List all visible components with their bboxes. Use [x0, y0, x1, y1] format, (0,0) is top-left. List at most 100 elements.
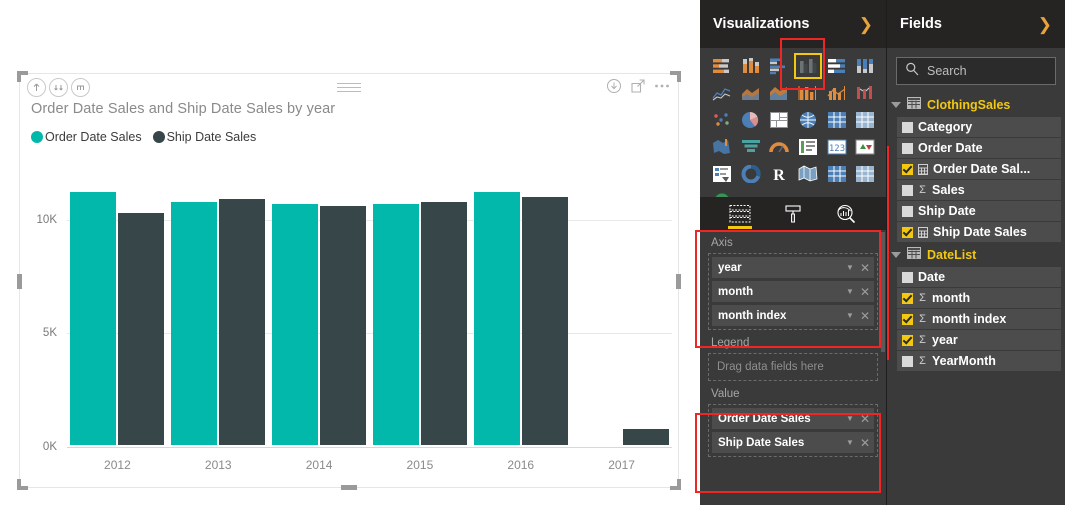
field-item[interactable]: Order Date	[897, 138, 1061, 158]
well-dropzone[interactable]: Drag data fields here	[708, 353, 878, 381]
chevron-down-icon[interactable]: ▼	[846, 414, 854, 423]
chart-bar[interactable]	[118, 212, 165, 445]
field-item[interactable]: Order Date Sal...	[897, 159, 1061, 179]
well-field-chip[interactable]: Ship Date Sales ▼ ✕	[712, 432, 874, 453]
report-canvas[interactable]: Order Date Sales and Ship Date Sales by …	[0, 0, 700, 505]
remove-field-icon[interactable]: ✕	[860, 286, 870, 298]
100-percent-stacked-bar-chart-icon[interactable]	[824, 54, 850, 78]
field-item[interactable]: Σ YearMonth	[897, 351, 1061, 371]
ribbon-chart-icon[interactable]	[852, 81, 878, 105]
well-dropzone[interactable]: Order Date Sales ▼ ✕ Ship Date Sales ▼ ✕	[708, 404, 878, 457]
remove-field-icon[interactable]: ✕	[860, 437, 870, 449]
field-item[interactable]: Date	[897, 267, 1061, 287]
chevron-down-icon[interactable]: ▼	[846, 438, 854, 447]
chart-bar[interactable]	[473, 192, 520, 445]
field-checkbox[interactable]	[902, 121, 913, 133]
chevron-right-icon[interactable]: ❯	[1038, 16, 1052, 33]
stacked-column-chart-icon[interactable]	[738, 54, 764, 78]
chart-bar[interactable]	[70, 192, 117, 445]
gauge-icon[interactable]	[766, 135, 792, 159]
field-checkbox[interactable]	[902, 271, 913, 283]
fields-table-header[interactable]: DateList	[887, 243, 1065, 266]
line-and-clustered-column-chart-icon[interactable]	[824, 81, 850, 105]
r-script-visual-icon[interactable]: R	[766, 162, 792, 186]
field-checkbox[interactable]	[902, 313, 913, 325]
card-icon[interactable]: 123	[824, 135, 850, 159]
matrix-alt-icon[interactable]	[852, 162, 878, 186]
funnel-icon[interactable]	[738, 135, 764, 159]
filled-map-icon[interactable]	[709, 135, 735, 159]
chevron-down-icon[interactable]: ▼	[846, 263, 854, 272]
clustered-column-chart-icon[interactable]	[793, 53, 822, 79]
visual-drag-handle[interactable]	[337, 83, 361, 95]
chart-bar[interactable]	[372, 203, 419, 445]
field-item[interactable]: Ship Date	[897, 201, 1061, 221]
slicer-icon[interactable]	[709, 162, 735, 186]
field-checkbox[interactable]	[902, 226, 913, 238]
fields-tab-icon[interactable]	[725, 199, 755, 229]
well-dropzone[interactable]: year ▼ ✕ month ▼ ✕ month index ▼ ✕	[708, 253, 878, 330]
remove-field-icon[interactable]: ✕	[860, 413, 870, 425]
clustered-column-chart-visual[interactable]: Order Date Sales and Ship Date Sales by …	[17, 71, 681, 490]
shape-map-icon[interactable]	[795, 162, 821, 186]
stacked-bar-chart-icon[interactable]	[709, 54, 735, 78]
chart-bar[interactable]	[219, 199, 266, 445]
chart-bar[interactable]	[622, 429, 669, 445]
field-checkbox[interactable]	[902, 163, 913, 175]
more-options-icon[interactable]	[654, 83, 670, 89]
chart-plot-area[interactable]: 0K 5K 10K 2012 2013 2014 2015 2016 2017	[20, 164, 678, 487]
chevron-down-icon[interactable]: ▼	[846, 287, 854, 296]
table-icon[interactable]	[824, 108, 850, 132]
chart-bar[interactable]	[171, 201, 218, 445]
field-well-tabs[interactable]	[700, 197, 886, 230]
line-chart-icon[interactable]	[709, 81, 735, 105]
line-and-stacked-column-chart-icon[interactable]	[795, 81, 821, 105]
field-item[interactable]: Σmonth	[897, 288, 1061, 308]
well-field-chip[interactable]: Order Date Sales ▼ ✕	[712, 408, 874, 429]
well-field-chip[interactable]: month index ▼ ✕	[712, 305, 874, 326]
fields-table-header[interactable]: ClothingSales	[887, 93, 1065, 116]
well-field-chip[interactable]: year ▼ ✕	[712, 257, 874, 278]
field-checkbox[interactable]	[902, 355, 913, 367]
chevron-right-icon[interactable]: ❯	[859, 16, 873, 33]
field-checkbox[interactable]	[902, 184, 913, 196]
treemap-icon[interactable]	[766, 108, 792, 132]
field-item[interactable]: Ship Date Sales	[897, 222, 1061, 242]
stacked-area-chart-icon[interactable]	[766, 81, 792, 105]
chevron-down-icon[interactable]: ▼	[846, 311, 854, 320]
area-chart-icon[interactable]	[738, 81, 764, 105]
search-input[interactable]: Search	[896, 57, 1056, 85]
field-item[interactable]: Category	[897, 117, 1061, 137]
drill-up-icon[interactable]	[27, 78, 46, 97]
chart-bar[interactable]	[420, 201, 467, 445]
field-item[interactable]: Σ Sales	[897, 180, 1061, 200]
field-checkbox[interactable]	[902, 292, 913, 304]
download-icon[interactable]	[606, 78, 622, 94]
expand-hierarchy-icon[interactable]	[71, 78, 90, 97]
field-checkbox[interactable]	[902, 142, 913, 154]
well-field-chip[interactable]: month ▼ ✕	[712, 281, 874, 302]
chart-bar[interactable]	[320, 206, 367, 445]
chart-bar[interactable]	[521, 197, 568, 445]
legend-item[interactable]: Order Date Sales	[31, 130, 142, 144]
analytics-tab-icon[interactable]	[831, 199, 861, 229]
chart-bar[interactable]	[272, 203, 319, 445]
clustered-bar-chart-icon[interactable]	[766, 54, 792, 78]
map-icon[interactable]	[795, 108, 821, 132]
chart-legend[interactable]: Order Date Sales Ship Date Sales	[31, 130, 256, 144]
remove-field-icon[interactable]: ✕	[860, 262, 870, 274]
field-checkbox[interactable]	[902, 334, 913, 346]
visualizations-pane-scrollbar[interactable]	[881, 232, 885, 352]
expand-collapse-icon[interactable]	[891, 101, 901, 108]
visualization-type-grid[interactable]: 123 R	[700, 48, 886, 215]
focus-mode-icon[interactable]	[631, 79, 645, 93]
field-item[interactable]: Σyear	[897, 330, 1061, 350]
expand-collapse-icon[interactable]	[891, 251, 901, 258]
table-alt-icon[interactable]	[824, 162, 850, 186]
multi-row-card-icon[interactable]	[795, 135, 821, 159]
field-item[interactable]: Σmonth index	[897, 309, 1061, 329]
legend-item[interactable]: Ship Date Sales	[152, 130, 256, 144]
donut-chart-icon[interactable]	[738, 162, 764, 186]
pie-chart-icon[interactable]	[738, 108, 764, 132]
kpi-icon[interactable]	[852, 135, 878, 159]
